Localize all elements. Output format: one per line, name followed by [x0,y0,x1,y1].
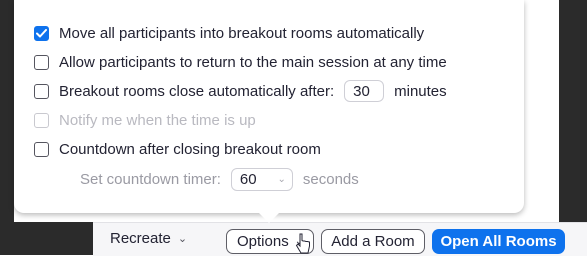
option-move-automatically[interactable]: Move all participants into breakout room… [34,21,424,45]
check-icon [36,28,47,37]
countdown-timer-select[interactable]: 60 ⌄ [230,167,293,191]
option-notify-time-up: Notify me when the time is up [34,108,256,132]
recreate-dropdown[interactable]: Recreate ⌄ [110,230,187,247]
add-room-label: Add a Room [331,233,415,250]
recreate-label: Recreate [110,230,171,247]
chevron-down-icon: ⌄ [177,233,188,245]
add-room-button[interactable]: Add a Room [321,229,425,254]
countdown-timer-row: Set countdown timer: 60 ⌄ seconds [80,167,359,191]
checkbox-allow-return[interactable] [34,54,49,70]
open-all-rooms-button[interactable]: Open All Rooms [432,229,565,254]
option-label: Allow participants to return to the main… [59,53,447,71]
auto-close-minutes-input[interactable] [344,80,385,102]
options-button-label: Options [237,233,289,250]
checkbox-auto-close[interactable] [34,83,49,99]
background-dark-panel-bottom [0,222,93,255]
option-auto-close[interactable]: Breakout rooms close automatically after… [34,79,447,103]
checkbox-countdown[interactable] [34,141,49,157]
mouse-cursor-icon [295,233,310,254]
option-countdown[interactable]: Countdown after closing breakout room [34,137,321,161]
minutes-unit-label: minutes [394,82,447,100]
option-allow-return[interactable]: Allow participants to return to the main… [34,50,447,74]
chevron-down-icon: ⌄ [277,173,286,185]
options-popover: Move all participants into breakout room… [14,0,524,213]
open-all-rooms-label: Open All Rooms [440,233,557,250]
countdown-timer-value: 60 [239,170,257,188]
background-dark-panel-left [0,0,14,255]
seconds-unit-label: seconds [302,170,359,188]
checkbox-move-automatically[interactable] [34,25,49,41]
background-dark-panel-right [559,0,587,222]
popover-pointer [258,212,280,223]
option-label: Countdown after closing breakout room [59,140,321,158]
countdown-timer-label: Set countdown timer: [80,170,221,188]
option-label: Move all participants into breakout room… [59,24,425,42]
option-label: Notify me when the time is up [59,111,256,129]
checkbox-notify-time-up [34,112,49,128]
option-label: Breakout rooms close automatically after… [59,82,335,100]
